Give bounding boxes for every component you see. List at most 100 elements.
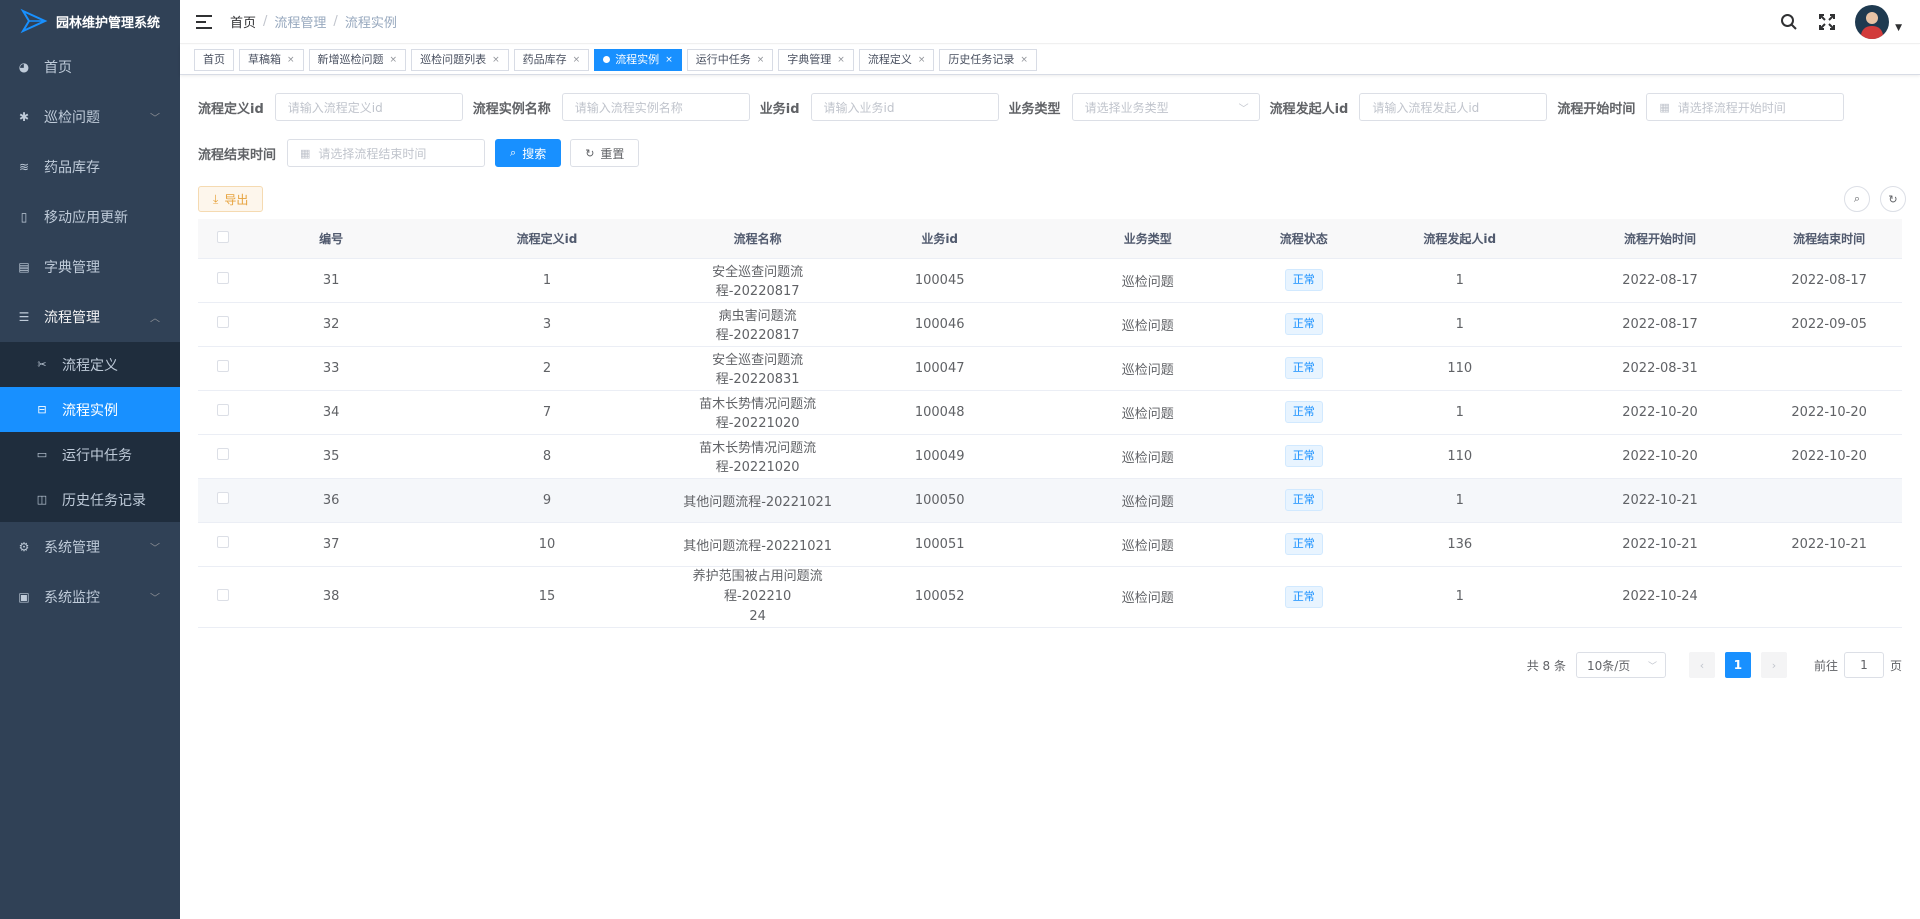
def-id-input[interactable]: 请输入流程定义id bbox=[274, 93, 463, 121]
close-icon[interactable]: × bbox=[1020, 50, 1028, 70]
sidebar-item-inspection[interactable]: ✱ 巡检问题 ﹀ bbox=[0, 92, 180, 142]
table-row[interactable]: 36 9 其他问题流程-20221021 100050 巡检问题 正常 1 20… bbox=[198, 478, 1902, 523]
cell-end bbox=[1756, 566, 1902, 628]
row-checkbox[interactable] bbox=[216, 448, 229, 460]
column-header[interactable]: 流程开始时间 bbox=[1563, 219, 1757, 259]
table-row[interactable]: 38 15 养护范围被占用问题流程-202210 24 100052 巡检问题 正… bbox=[198, 566, 1902, 628]
end-time-picker[interactable]: ▦ 请选择流程结束时间 bbox=[287, 139, 486, 167]
row-checkbox[interactable] bbox=[216, 492, 229, 504]
cell-name: 其他问题流程-20221021 bbox=[679, 522, 836, 567]
cell-id: 35 bbox=[247, 434, 415, 479]
hamburger-icon[interactable] bbox=[196, 14, 212, 29]
search-icon[interactable] bbox=[1779, 12, 1799, 32]
close-icon[interactable]: × bbox=[492, 50, 500, 70]
sidebar-item-medicine[interactable]: ≋ 药品库存 bbox=[0, 142, 180, 192]
cell-name: 安全巡查问题流程-20220817 bbox=[679, 258, 836, 303]
avatar[interactable] bbox=[1855, 5, 1890, 39]
tool-icon: ✂ bbox=[37, 358, 47, 371]
cell-name: 病虫害问题流程-20220817 bbox=[679, 302, 836, 347]
sidebar-item-process[interactable]: ☰ 流程管理 ︿ bbox=[0, 292, 180, 342]
column-header[interactable]: 流程结束时间 bbox=[1756, 219, 1902, 259]
table-row[interactable]: 32 3 病虫害问题流程-20220817 100046 巡检问题 正常 1 2… bbox=[198, 302, 1902, 347]
cell-name-line: 养护范围被占用问题流程-202210 bbox=[692, 568, 823, 604]
column-header[interactable]: 编号 bbox=[247, 219, 415, 259]
chevron-down-icon: ﹀ bbox=[1238, 103, 1249, 115]
tag-process-instance[interactable]: 流程实例 × bbox=[594, 48, 682, 71]
row-checkbox[interactable] bbox=[216, 536, 229, 548]
inst-name-input[interactable]: 请输入流程实例名称 bbox=[561, 93, 750, 121]
close-icon[interactable]: × bbox=[665, 50, 673, 70]
toggle-search-button[interactable]: ⌕ bbox=[1844, 186, 1870, 212]
tag-home[interactable]: 首页 bbox=[194, 48, 234, 71]
cell-def-id: 2 bbox=[414, 346, 680, 391]
row-checkbox[interactable] bbox=[216, 272, 229, 284]
row-checkbox[interactable] bbox=[216, 316, 229, 328]
sidebar-item-dict[interactable]: ▤ 字典管理 bbox=[0, 242, 180, 292]
tag-new-inspection[interactable]: 新增巡检问题 × bbox=[308, 48, 407, 71]
close-icon[interactable]: × bbox=[573, 50, 581, 70]
tag-drafts[interactable]: 草稿箱 × bbox=[239, 48, 304, 71]
cell-name: 苗木长势情况问题流程-20221020 bbox=[679, 390, 836, 435]
calendar-icon: ▦ bbox=[1659, 100, 1670, 114]
refresh-button[interactable]: ↻ bbox=[1880, 186, 1906, 212]
table-row[interactable]: 33 2 安全巡查问题流程-20220831 100047 巡检问题 正常 11… bbox=[198, 346, 1902, 391]
caret-down-icon[interactable]: ▼ bbox=[1895, 23, 1902, 33]
dict-icon: ▤ bbox=[18, 260, 30, 274]
sidebar-subitem-definition[interactable]: ✂ 流程定义 bbox=[0, 342, 180, 387]
sidebar-item-label: 首页 bbox=[44, 60, 72, 76]
column-header[interactable]: 业务类型 bbox=[1043, 219, 1252, 259]
sidebar-item-app-update[interactable]: ▯ 移动应用更新 bbox=[0, 192, 180, 242]
goto-page-input[interactable]: 1 bbox=[1843, 652, 1884, 678]
close-icon[interactable]: × bbox=[918, 50, 926, 70]
prev-page-button[interactable]: ‹ bbox=[1688, 652, 1715, 678]
sidebar-subitem-history[interactable]: ◫ 历史任务记录 bbox=[0, 477, 180, 522]
select-all-checkbox[interactable] bbox=[216, 230, 229, 243]
table-row[interactable]: 37 10 其他问题流程-20221021 100051 巡检问题 正常 136… bbox=[198, 522, 1902, 567]
close-icon[interactable]: × bbox=[390, 50, 398, 70]
cell-def-id: 10 bbox=[414, 522, 680, 567]
starter-input[interactable]: 请输入流程发起人id bbox=[1359, 93, 1548, 121]
tag-medicine[interactable]: 药品库存 × bbox=[513, 48, 590, 71]
column-header[interactable]: 业务id bbox=[835, 219, 1044, 259]
biz-type-select[interactable]: 请选择业务类型 ﹀ bbox=[1071, 93, 1260, 121]
logo[interactable]: 园林维护管理系统 bbox=[0, 0, 180, 42]
page-unit-label: 页 bbox=[1889, 658, 1902, 673]
tag-process-definition[interactable]: 流程定义 × bbox=[858, 48, 935, 71]
tag-inspection-list[interactable]: 巡检问题列表 × bbox=[411, 48, 509, 71]
tag-running-tasks[interactable]: 运行中任务 × bbox=[686, 48, 774, 71]
export-button[interactable]: ⤓ 导出 bbox=[198, 186, 264, 212]
pagination-total: 共 8 条 bbox=[1526, 658, 1566, 673]
select-all-cell bbox=[198, 219, 248, 259]
close-icon[interactable]: × bbox=[287, 50, 295, 70]
page-number[interactable]: 1 bbox=[1724, 652, 1751, 678]
biz-id-input[interactable]: 请输入业务id bbox=[810, 93, 999, 121]
tag-history[interactable]: 历史任务记录 × bbox=[939, 48, 1037, 71]
row-checkbox[interactable] bbox=[216, 588, 229, 601]
cell-status: 正常 bbox=[1251, 302, 1356, 347]
search-button[interactable]: ⌕ 搜索 bbox=[495, 139, 562, 167]
column-header[interactable]: 流程发起人id bbox=[1355, 219, 1564, 259]
sidebar-item-monitor[interactable]: ▣ 系统监控 ﹀ bbox=[0, 572, 180, 622]
next-page-button[interactable]: › bbox=[1760, 652, 1787, 678]
sidebar-subitem-instance[interactable]: ⊟ 流程实例 bbox=[0, 387, 180, 432]
table-row[interactable]: 31 1 安全巡查问题流程-20220817 100045 巡检问题 正常 1 … bbox=[198, 258, 1902, 303]
tag-dict[interactable]: 字典管理 × bbox=[778, 48, 854, 71]
fullscreen-icon[interactable] bbox=[1817, 12, 1837, 32]
reset-button[interactable]: ↻ 重置 bbox=[570, 139, 640, 167]
breadcrumb-item[interactable]: 首页 bbox=[230, 12, 256, 31]
row-select-cell bbox=[198, 302, 248, 347]
table-row[interactable]: 34 7 苗木长势情况问题流程-20221020 100048 巡检问题 正常 … bbox=[198, 390, 1902, 435]
page-size-select[interactable]: 10条/页 ﹀ bbox=[1575, 652, 1666, 678]
sidebar-item-system[interactable]: ⚙ 系统管理 ﹀ bbox=[0, 522, 180, 572]
sidebar-item-home[interactable]: ◕ 首页 bbox=[0, 42, 180, 92]
row-checkbox[interactable] bbox=[216, 404, 229, 416]
sidebar-subitem-running[interactable]: ▭ 运行中任务 bbox=[0, 432, 180, 477]
table-row[interactable]: 35 8 苗木长势情况问题流程-20221020 100049 巡检问题 正常 … bbox=[198, 434, 1902, 479]
column-header[interactable]: 流程名称 bbox=[679, 219, 836, 259]
column-header[interactable]: 流程状态 bbox=[1251, 219, 1356, 259]
start-time-picker[interactable]: ▦ 请选择流程开始时间 bbox=[1646, 93, 1845, 121]
column-header[interactable]: 流程定义id bbox=[414, 219, 680, 259]
close-icon[interactable]: × bbox=[837, 50, 845, 70]
close-icon[interactable]: × bbox=[757, 50, 765, 70]
row-checkbox[interactable] bbox=[216, 360, 229, 372]
